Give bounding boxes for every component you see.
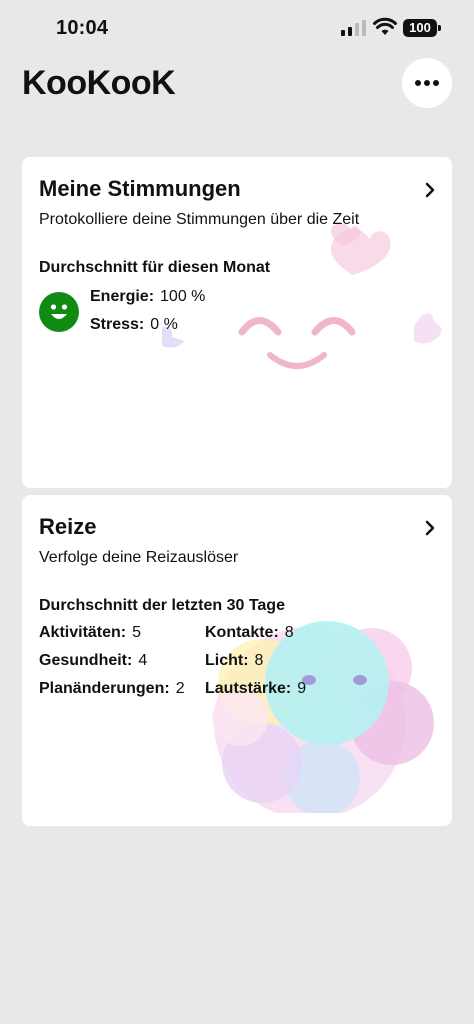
cellular-signal-icon <box>341 20 366 36</box>
stress-label: Stress: <box>90 316 145 333</box>
stimulus-item: Gesundheit: 4 <box>39 652 147 670</box>
energy-value: 100 % <box>160 288 206 305</box>
stimulus-item: Kontakte: 8 <box>205 624 294 642</box>
status-bar: 10:04 100 <box>0 0 474 56</box>
stimulus-item: Lautstärke: 9 <box>205 680 306 698</box>
wifi-icon <box>373 17 397 35</box>
cloud-face-decoration <box>162 223 442 369</box>
app-title: KooKooK <box>22 64 176 102</box>
battery-icon: 100 <box>403 19 441 37</box>
stimulus-value: 2 <box>175 680 185 697</box>
stimuli-title: Reize <box>39 514 97 539</box>
stress-row: Stress: 0 % <box>90 316 178 334</box>
stimulus-value: 8 <box>254 652 264 669</box>
stimulus-item: Licht: 8 <box>205 652 263 670</box>
stimulus-label: Lautstärke: <box>205 680 292 697</box>
chevron-right-icon[interactable] <box>424 519 436 537</box>
energy-row: Energie: 100 % <box>90 288 205 306</box>
moods-title: Meine Stimmungen <box>39 176 241 201</box>
stimuli-subtitle: Verfolge deine Reizauslöser <box>39 549 239 566</box>
stimuli-card[interactable]: Reize Verfolge deine Reizauslöser Durchs… <box>22 495 452 826</box>
stimulus-item: Aktivitäten: 5 <box>39 624 141 642</box>
energy-label: Energie: <box>90 288 155 305</box>
stimulus-value: 9 <box>297 680 307 697</box>
stimulus-label: Planänderungen: <box>39 680 170 697</box>
stimuli-section-title: Durchschnitt der letzten 30 Tage <box>39 597 285 614</box>
status-time: 10:04 <box>56 17 109 39</box>
mood-face-icon <box>39 292 79 332</box>
chevron-right-icon[interactable] <box>424 181 436 199</box>
stress-value: 0 % <box>150 316 178 333</box>
moods-card[interactable]: Meine Stimmungen Protokolliere deine Sti… <box>22 157 452 488</box>
stimulus-value: 5 <box>132 624 142 641</box>
stimulus-label: Aktivitäten: <box>39 624 127 641</box>
stimulus-value: 8 <box>284 624 294 641</box>
stimulus-value: 4 <box>138 652 148 669</box>
stimulus-label: Licht: <box>205 652 249 669</box>
stimulus-label: Gesundheit: <box>39 652 133 669</box>
stimulus-item: Planänderungen: 2 <box>39 680 185 698</box>
stimulus-label: Kontakte: <box>205 624 279 641</box>
ellipsis-icon <box>415 80 439 86</box>
moods-section-title: Durchschnitt für diesen Monat <box>39 259 271 276</box>
moods-subtitle: Protokolliere deine Stimmungen über die … <box>39 211 360 228</box>
more-button[interactable] <box>402 58 452 108</box>
